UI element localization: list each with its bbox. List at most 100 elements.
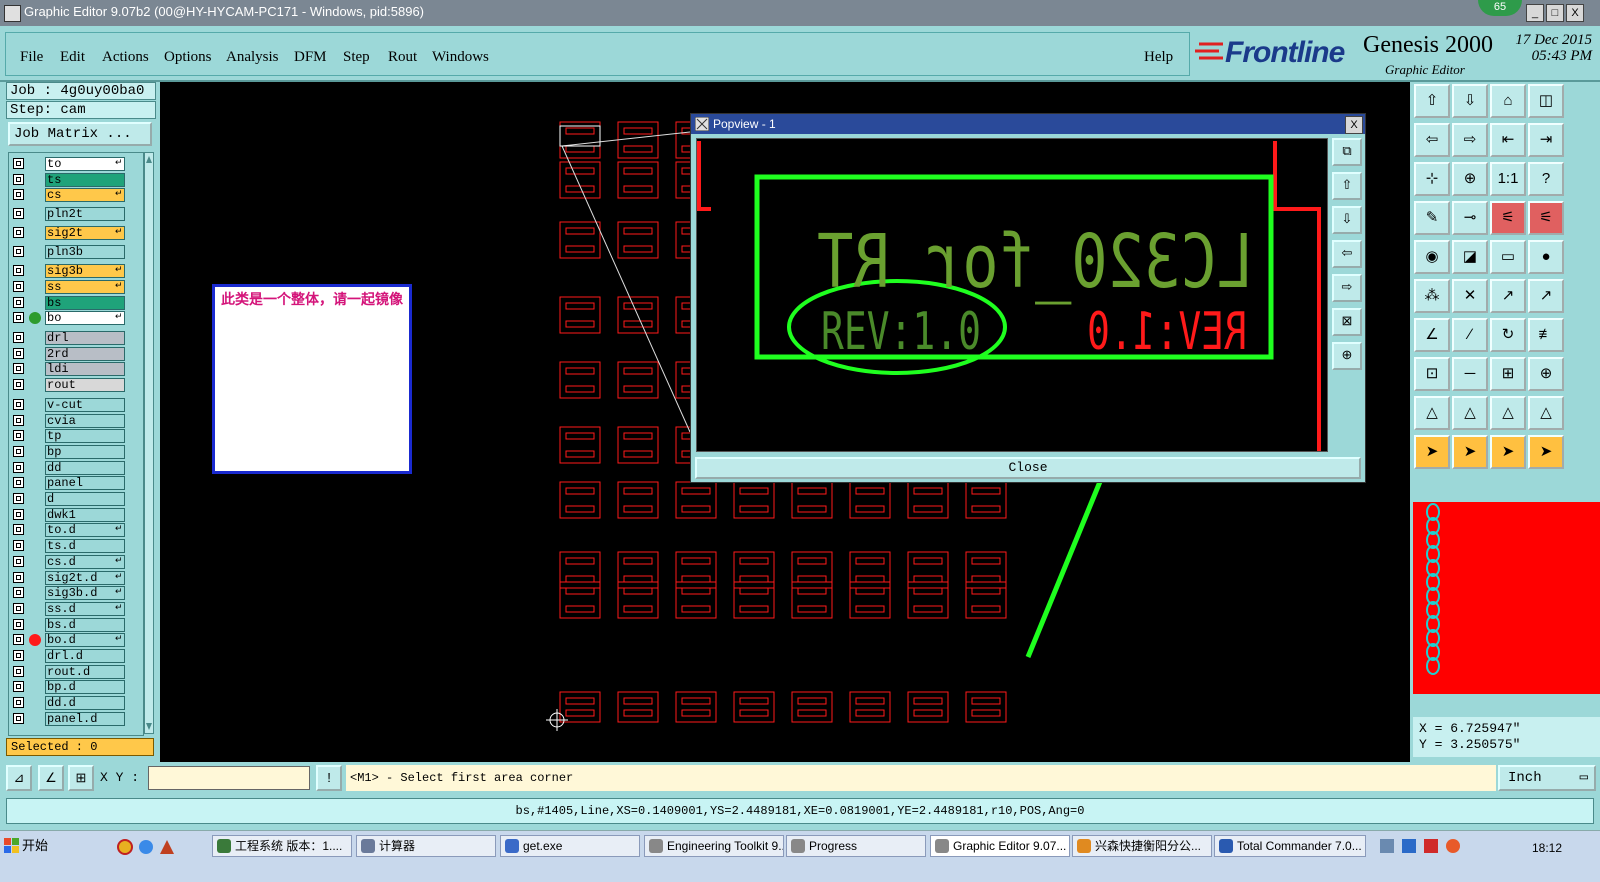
layer-checkbox[interactable] — [13, 477, 24, 489]
layer-name[interactable]: pln2t — [45, 207, 125, 222]
popview-fit-button[interactable]: ⧉ — [1332, 138, 1362, 166]
layer-checkbox[interactable] — [13, 379, 24, 391]
popview-pan-right-button[interactable]: ⇨ — [1332, 274, 1362, 302]
layer-name[interactable]: bo — [45, 311, 125, 326]
layer-row[interactable]: tp — [9, 429, 143, 444]
layer-row[interactable]: drl — [9, 331, 143, 345]
layer-name[interactable]: 2rd — [45, 346, 125, 361]
units-dropdown[interactable]: Inch ▭ — [1498, 765, 1596, 791]
layer-name[interactable]: dd — [45, 460, 125, 475]
layer-checkbox[interactable] — [13, 665, 24, 677]
tray-weibo-icon[interactable] — [1446, 839, 1460, 853]
zoom-in-icon[interactable]: ⇧ — [1414, 84, 1450, 118]
menu-dfm[interactable]: DFM — [294, 49, 327, 66]
layer-checkbox[interactable] — [13, 602, 24, 614]
pointer-a-icon[interactable]: ➤ — [1414, 435, 1450, 469]
arrow-a-icon[interactable]: ↗ — [1490, 279, 1526, 313]
layer-checkbox[interactable] — [13, 296, 24, 308]
layer-checkbox[interactable] — [13, 189, 24, 201]
cut-icon[interactable]: ✕ — [1452, 279, 1488, 313]
notification-badge[interactable]: 65 — [1478, 0, 1522, 16]
one-to-one-icon[interactable]: 1:1 — [1490, 162, 1526, 196]
tray-network-icon[interactable] — [1380, 839, 1394, 853]
slope-icon[interactable]: ∕ — [1452, 318, 1488, 352]
popview-title-bar[interactable]: Popview - 1 X — [691, 114, 1365, 134]
layer-row[interactable]: dwk1 — [9, 507, 143, 522]
taskbar-item[interactable]: Graphic Editor 9.07... — [930, 835, 1070, 857]
start-button[interactable]: 开始 — [2, 835, 58, 857]
layer-name[interactable]: bs — [45, 295, 125, 310]
triangle-c-icon[interactable]: △ — [1490, 396, 1526, 430]
taskbar-item[interactable]: 兴森快捷衡阳分公... — [1072, 835, 1212, 857]
angle-icon[interactable]: ∠ — [1414, 318, 1450, 352]
chrome-icon[interactable] — [117, 839, 133, 855]
window-menu-icon[interactable] — [4, 5, 21, 22]
layer-checkbox[interactable] — [13, 430, 24, 442]
popview-close-button[interactable]: Close — [695, 457, 1361, 479]
layer-list-scrollbar[interactable] — [144, 152, 154, 734]
layer-name[interactable]: sig2t.d — [45, 570, 125, 585]
layer-row[interactable]: cs.d ↵ — [9, 554, 143, 569]
pan-left-icon[interactable]: ⇦ — [1414, 123, 1450, 157]
layer-row[interactable]: d — [9, 492, 143, 506]
prev-icon[interactable]: ⇤ — [1490, 123, 1526, 157]
layer-name[interactable]: dwk1 — [45, 507, 125, 522]
align-icon[interactable]: ≢ — [1528, 318, 1564, 352]
layer-name[interactable]: bo.d — [45, 633, 125, 648]
pointer-b-icon[interactable]: ➤ — [1452, 435, 1488, 469]
menu-help[interactable]: Help — [1144, 49, 1173, 66]
layer-row[interactable]: bp.d — [9, 680, 143, 695]
layer-name[interactable]: sig3b.d — [45, 586, 125, 601]
app-launcher-icon[interactable] — [160, 840, 174, 854]
layer-b-icon[interactable]: ⚟ — [1528, 201, 1564, 235]
popview-close-icon[interactable]: X — [1345, 116, 1363, 134]
maximize-button[interactable]: □ — [1546, 4, 1564, 22]
layer-name[interactable]: cvia — [45, 413, 125, 428]
layer-name[interactable]: to — [45, 157, 125, 171]
layer-name[interactable]: drl.d — [45, 649, 125, 663]
snap-grid-icon[interactable]: ⊿ — [6, 765, 32, 791]
popview-zoom-area-button[interactable]: ⊠ — [1332, 308, 1362, 336]
layer-name[interactable]: sig3b — [45, 264, 125, 279]
alert-button[interactable]: ! — [316, 765, 342, 791]
layer-row[interactable]: panel — [9, 476, 143, 491]
layer-name[interactable]: ts — [45, 172, 125, 187]
layer-name[interactable]: ss.d — [45, 601, 125, 616]
center-icon[interactable]: ⊕ — [1452, 162, 1488, 196]
menu-windows[interactable]: Windows — [432, 49, 489, 66]
layer-row[interactable]: ss.d ↵ — [9, 601, 143, 616]
layer-row[interactable]: ss ↵ — [9, 279, 143, 294]
triangle-b-icon[interactable]: △ — [1452, 396, 1488, 430]
layer-row[interactable]: rout — [9, 378, 143, 393]
pan-right-icon[interactable]: ⇨ — [1452, 123, 1488, 157]
triangle-a-icon[interactable]: △ — [1414, 396, 1450, 430]
taskbar-item[interactable]: Engineering Toolkit 9.... — [644, 835, 784, 857]
layer-row[interactable]: bs.d — [9, 617, 143, 632]
layer-name[interactable]: to.d — [45, 523, 125, 538]
layer-checkbox[interactable] — [13, 208, 24, 220]
ie-icon[interactable] — [139, 840, 153, 854]
layer-checkbox[interactable] — [13, 540, 24, 552]
minimize-button[interactable]: _ — [1526, 4, 1544, 22]
fit-icon[interactable]: ⊹ — [1414, 162, 1450, 196]
menu-step[interactable]: Step — [343, 49, 370, 66]
layer-checkbox[interactable] — [13, 555, 24, 567]
measure-icon[interactable]: ✎ — [1414, 201, 1450, 235]
popview-center-button[interactable]: ⊕ — [1332, 342, 1362, 370]
layer-row[interactable]: to.d ↵ — [9, 523, 143, 538]
layer-row[interactable]: bo.d ↵ — [9, 633, 143, 648]
window-icon[interactable]: ◫ — [1528, 84, 1564, 118]
layer-checkbox[interactable] — [13, 618, 24, 630]
popview-pan-left-button[interactable]: ⇦ — [1332, 240, 1362, 268]
taskbar-item[interactable]: 计算器 — [356, 835, 496, 857]
job-matrix-button[interactable]: Job Matrix ... — [8, 122, 152, 146]
layer-name[interactable]: pln3b — [45, 244, 125, 259]
layer-row[interactable]: cvia — [9, 413, 143, 428]
layer-checkbox[interactable] — [13, 280, 24, 292]
home-icon[interactable]: ⌂ — [1490, 84, 1526, 118]
layer-row[interactable]: sig2t.d ↵ — [9, 570, 143, 585]
layer-row[interactable]: bs — [9, 295, 143, 310]
layer-row[interactable]: dd.d — [9, 696, 143, 711]
layer-row[interactable]: panel.d — [9, 711, 143, 726]
layer-row[interactable]: drl.d — [9, 649, 143, 663]
